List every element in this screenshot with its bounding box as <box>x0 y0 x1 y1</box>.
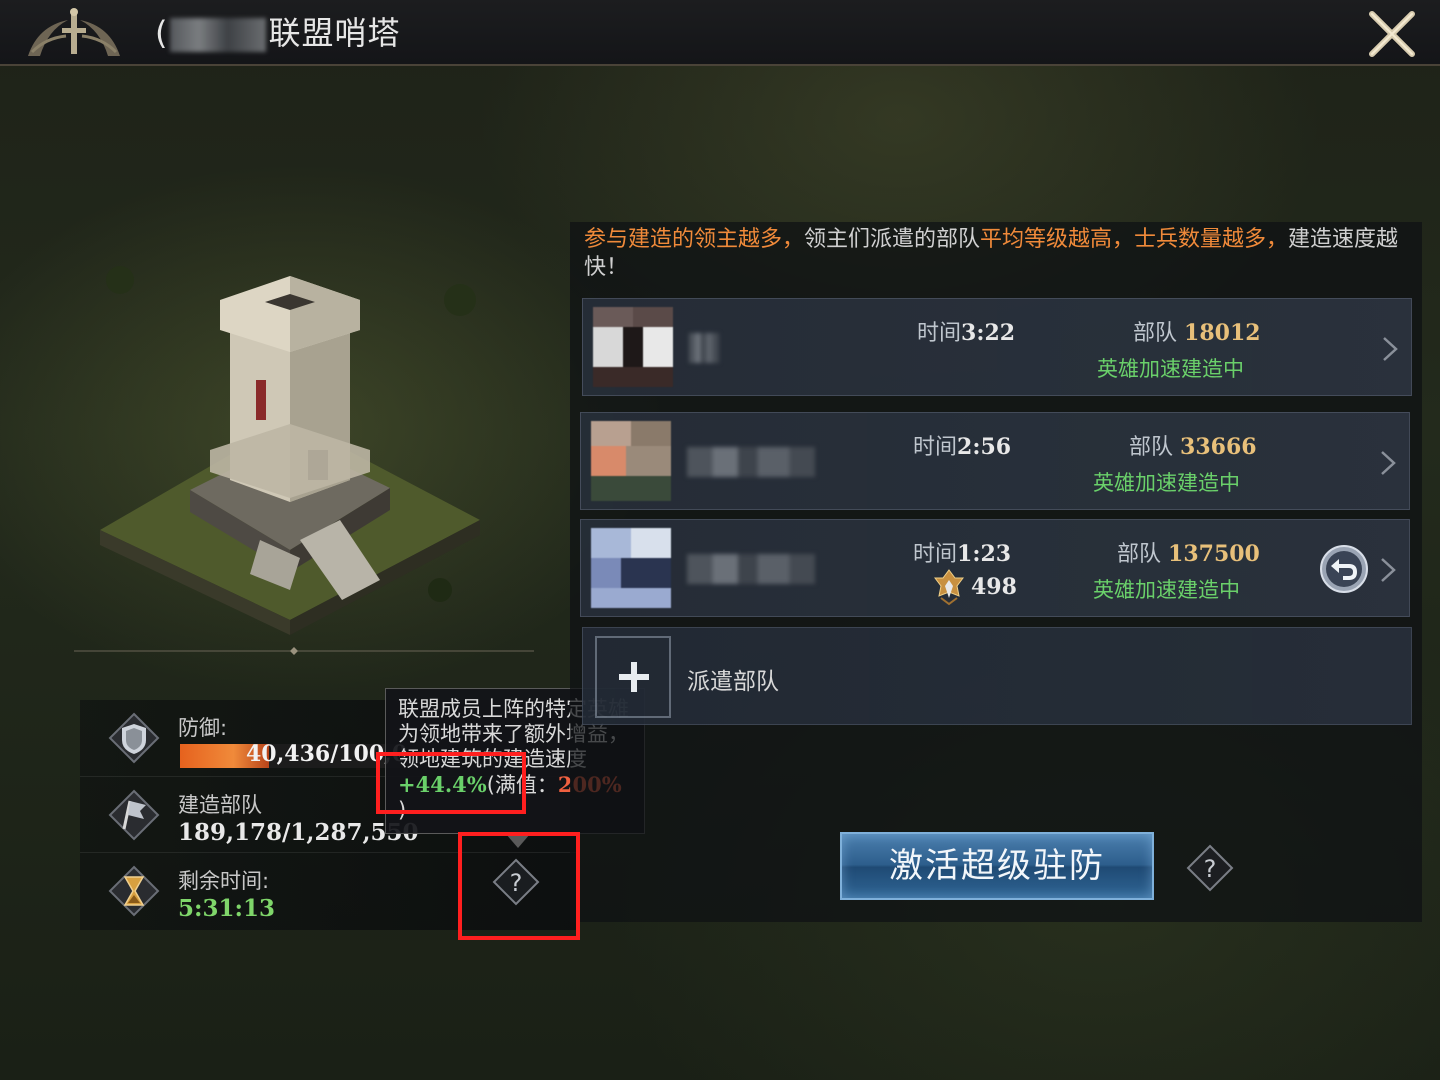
divider <box>74 647 534 655</box>
info-segment-2: 领主们派遣的部队 <box>804 227 981 252</box>
time-value: 时间1:23 <box>913 536 1011 568</box>
chevron-right-icon <box>1381 451 1396 475</box>
troop-label: 部队 <box>1117 542 1162 567</box>
chevron-right-icon <box>1383 337 1398 361</box>
remaining-time-label: 剩余时间: <box>178 869 270 893</box>
help-icon[interactable]: ? <box>1186 844 1234 892</box>
troop-count: 部队 18012 <box>1133 315 1261 347</box>
redacted-alliance-name <box>170 18 267 52</box>
dispatch-label: 派遣部队 <box>687 669 779 695</box>
medal-value: 498 <box>971 574 1017 600</box>
time-number: 1:23 <box>957 541 1012 567</box>
dispatch-troops-button[interactable]: 派遣部队 <box>582 627 1412 725</box>
time-number: 3:22 <box>961 320 1016 346</box>
time-number: 2:56 <box>957 434 1012 460</box>
hourglass-icon <box>108 865 160 917</box>
troop-number: 18012 <box>1184 320 1261 346</box>
remaining-time-value: 5:31:13 <box>178 895 275 922</box>
alliance-emblem-icon <box>28 8 120 56</box>
avatar <box>591 421 671 501</box>
highlight-box <box>376 752 526 814</box>
flag-icon <box>108 789 160 841</box>
avatar <box>591 528 671 608</box>
troop-count: 部队 33666 <box>1129 429 1257 461</box>
plus-icon <box>619 662 649 692</box>
defense-label: 防御: <box>178 716 228 740</box>
troop-row[interactable]: 时间2:56 部队 33666 英雄加速建造中 <box>580 412 1410 510</box>
redacted-player-name <box>687 554 815 584</box>
sentry-tower-image <box>100 266 480 635</box>
troop-row[interactable]: 时间3:22 部队 18012 英雄加速建造中 <box>582 298 1412 396</box>
redacted-player-name <box>689 333 719 363</box>
add-troop-slot <box>595 636 671 718</box>
info-segment-1: 参与建造的领主越多， <box>584 227 805 252</box>
recall-icon[interactable] <box>1319 544 1369 594</box>
troop-label: 部队 <box>1129 435 1174 460</box>
troop-label: 部队 <box>1133 321 1178 346</box>
time-label: 时间 <box>913 542 958 567</box>
title-text: 联盟哨塔 <box>268 14 401 52</box>
build-troops-value: 189,178/1,287,550 <box>178 819 419 846</box>
status-text: 英雄加速建造中 <box>1093 471 1240 495</box>
redacted-player-name <box>687 447 815 477</box>
top-bar: ( 联盟哨塔 <box>0 0 1440 66</box>
close-icon[interactable] <box>1366 8 1418 60</box>
build-troops-label: 建造部队 <box>178 793 262 817</box>
status-text: 英雄加速建造中 <box>1097 357 1244 381</box>
time-value: 时间2:56 <box>913 429 1011 461</box>
chevron-right-icon <box>1381 558 1396 582</box>
help-symbol: ? <box>1204 855 1217 883</box>
avatar <box>593 307 673 387</box>
info-segment-3: 平均等级越高，士兵数量越多， <box>980 227 1289 252</box>
time-label: 时间 <box>913 435 958 460</box>
build-info-text: 参与建造的领主越多，领主们派遣的部队平均等级越高，士兵数量越多，建造速度越快！ <box>584 226 1404 282</box>
highlight-box <box>458 832 580 940</box>
status-text: 英雄加速建造中 <box>1093 578 1240 602</box>
time-label: 时间 <box>917 321 962 346</box>
troop-count: 部队 137500 <box>1117 536 1260 568</box>
medal-icon <box>934 569 964 606</box>
activate-super-garrison-button[interactable]: 激活超级驻防 <box>840 832 1154 900</box>
time-value: 时间3:22 <box>917 315 1015 347</box>
title-prefix: ( <box>155 14 169 52</box>
troop-number: 137500 <box>1168 541 1260 567</box>
troop-number: 33666 <box>1180 434 1257 460</box>
page-title: ( 联盟哨塔 <box>155 10 401 56</box>
shield-icon <box>108 712 160 764</box>
troop-row[interactable]: 时间1:23 498 部队 137500 英雄加速建造中 <box>580 519 1410 617</box>
